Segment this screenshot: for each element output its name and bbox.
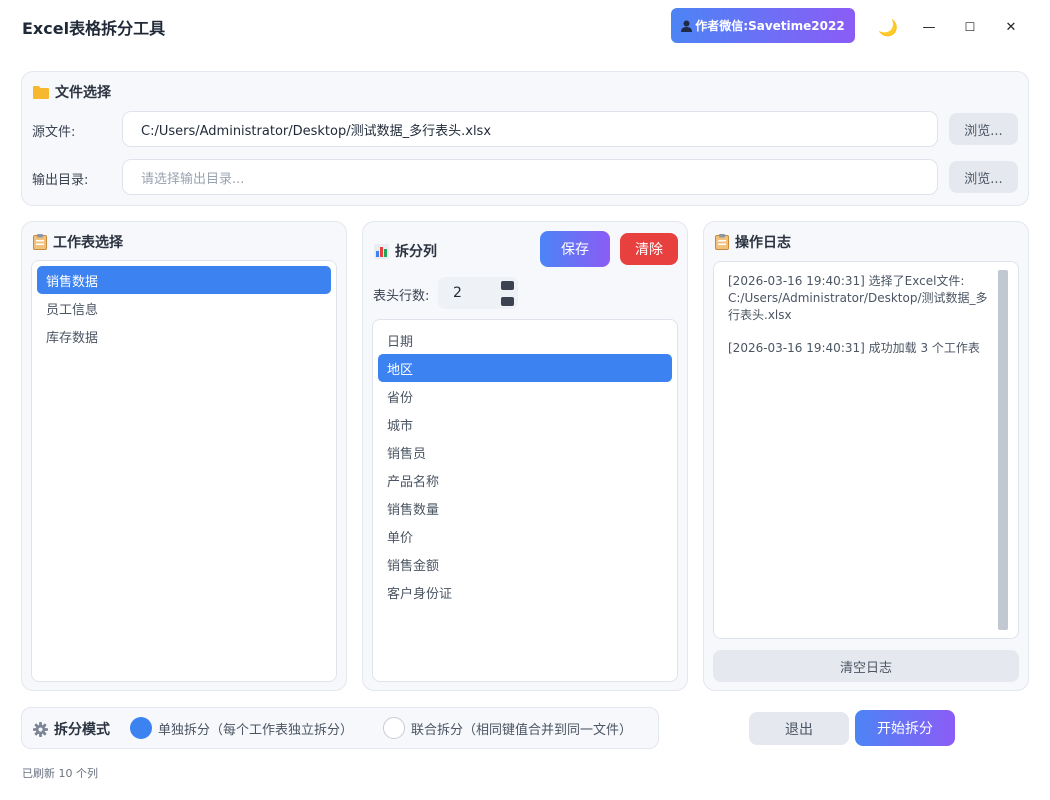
- column-item-selected[interactable]: 地区: [378, 354, 672, 382]
- clipboard-icon: [715, 234, 729, 250]
- theme-toggle-moon-icon[interactable]: 🌙: [874, 13, 902, 41]
- log-scrollbar[interactable]: [998, 270, 1008, 630]
- author-badge-label: 作者微信:Savetime2022: [695, 19, 845, 33]
- log-line: [2026-03-16 19:40:31] 选择了Excel文件: C:/Use…: [728, 274, 988, 322]
- spin-up-arrow-icon[interactable]: [501, 281, 514, 290]
- column-item[interactable]: 销售数量: [378, 494, 672, 522]
- file-select-title: 文件选择: [33, 82, 111, 102]
- clipboard-icon: [33, 234, 47, 250]
- column-item[interactable]: 城市: [378, 410, 672, 438]
- column-item[interactable]: 日期: [378, 326, 672, 354]
- header-rows-label: 表头行数:: [373, 289, 430, 304]
- maximize-button[interactable]: ☐: [956, 13, 984, 41]
- app-title: Excel表格拆分工具: [22, 19, 166, 38]
- bar-chart-icon: [374, 243, 389, 259]
- log-line: [2026-03-16 19:40:31] 成功加载 3 个工作表: [728, 341, 980, 355]
- joint-split-label[interactable]: 联合拆分（相同键值合并到同一文件）: [411, 719, 632, 738]
- source-file-label: 源文件:: [32, 125, 76, 140]
- author-badge[interactable]: 作者微信:Savetime2022: [671, 8, 855, 43]
- single-split-label[interactable]: 单独拆分（每个工作表独立拆分）: [158, 719, 353, 738]
- column-item[interactable]: 省份: [378, 382, 672, 410]
- start-split-button[interactable]: 开始拆分: [855, 710, 955, 746]
- browse-source-button[interactable]: 浏览...: [949, 113, 1018, 145]
- log-title: 操作日志: [715, 232, 791, 252]
- save-button[interactable]: 保存: [540, 231, 610, 267]
- exit-button[interactable]: 退出: [749, 712, 849, 745]
- column-item[interactable]: 客户身份证: [378, 578, 672, 606]
- radio-single-split[interactable]: [130, 717, 152, 739]
- user-icon: [681, 20, 693, 32]
- close-button[interactable]: ✕: [997, 13, 1025, 41]
- split-mode-title: 拆分模式: [33, 719, 110, 739]
- radio-joint-split[interactable]: [383, 717, 405, 739]
- sheet-list: 销售数据 员工信息 库存数据: [31, 260, 337, 682]
- sheet-item-employees[interactable]: 员工信息: [37, 294, 331, 322]
- sheet-select-title: 工作表选择: [33, 232, 123, 252]
- status-text: 已刷新 10 个列: [22, 767, 98, 780]
- folder-icon: [33, 86, 49, 99]
- output-dir-label: 输出目录:: [32, 173, 89, 188]
- header-rows-value: 2: [453, 285, 462, 301]
- column-list: 日期 地区 省份 城市 销售员 产品名称 销售数量 单价 销售金额 客户身份证: [372, 319, 678, 682]
- clear-log-button[interactable]: 清空日志: [713, 650, 1019, 682]
- source-file-input[interactable]: C:/Users/Administrator/Desktop/测试数据_多行表头…: [122, 111, 938, 147]
- sheet-item-inventory[interactable]: 库存数据: [37, 322, 331, 350]
- split-column-title: 拆分列: [374, 241, 437, 261]
- sheet-item-sales[interactable]: 销售数据: [37, 266, 331, 294]
- column-item[interactable]: 产品名称: [378, 466, 672, 494]
- gear-icon: [33, 721, 48, 737]
- output-dir-input[interactable]: 请选择输出目录...: [122, 159, 938, 195]
- column-item[interactable]: 单价: [378, 522, 672, 550]
- column-item[interactable]: 销售金额: [378, 550, 672, 578]
- browse-output-button[interactable]: 浏览...: [949, 161, 1018, 193]
- spin-down-arrow-icon[interactable]: [501, 297, 514, 306]
- column-item[interactable]: 销售员: [378, 438, 672, 466]
- minimize-button[interactable]: —: [915, 13, 943, 41]
- clear-button[interactable]: 清除: [620, 233, 678, 265]
